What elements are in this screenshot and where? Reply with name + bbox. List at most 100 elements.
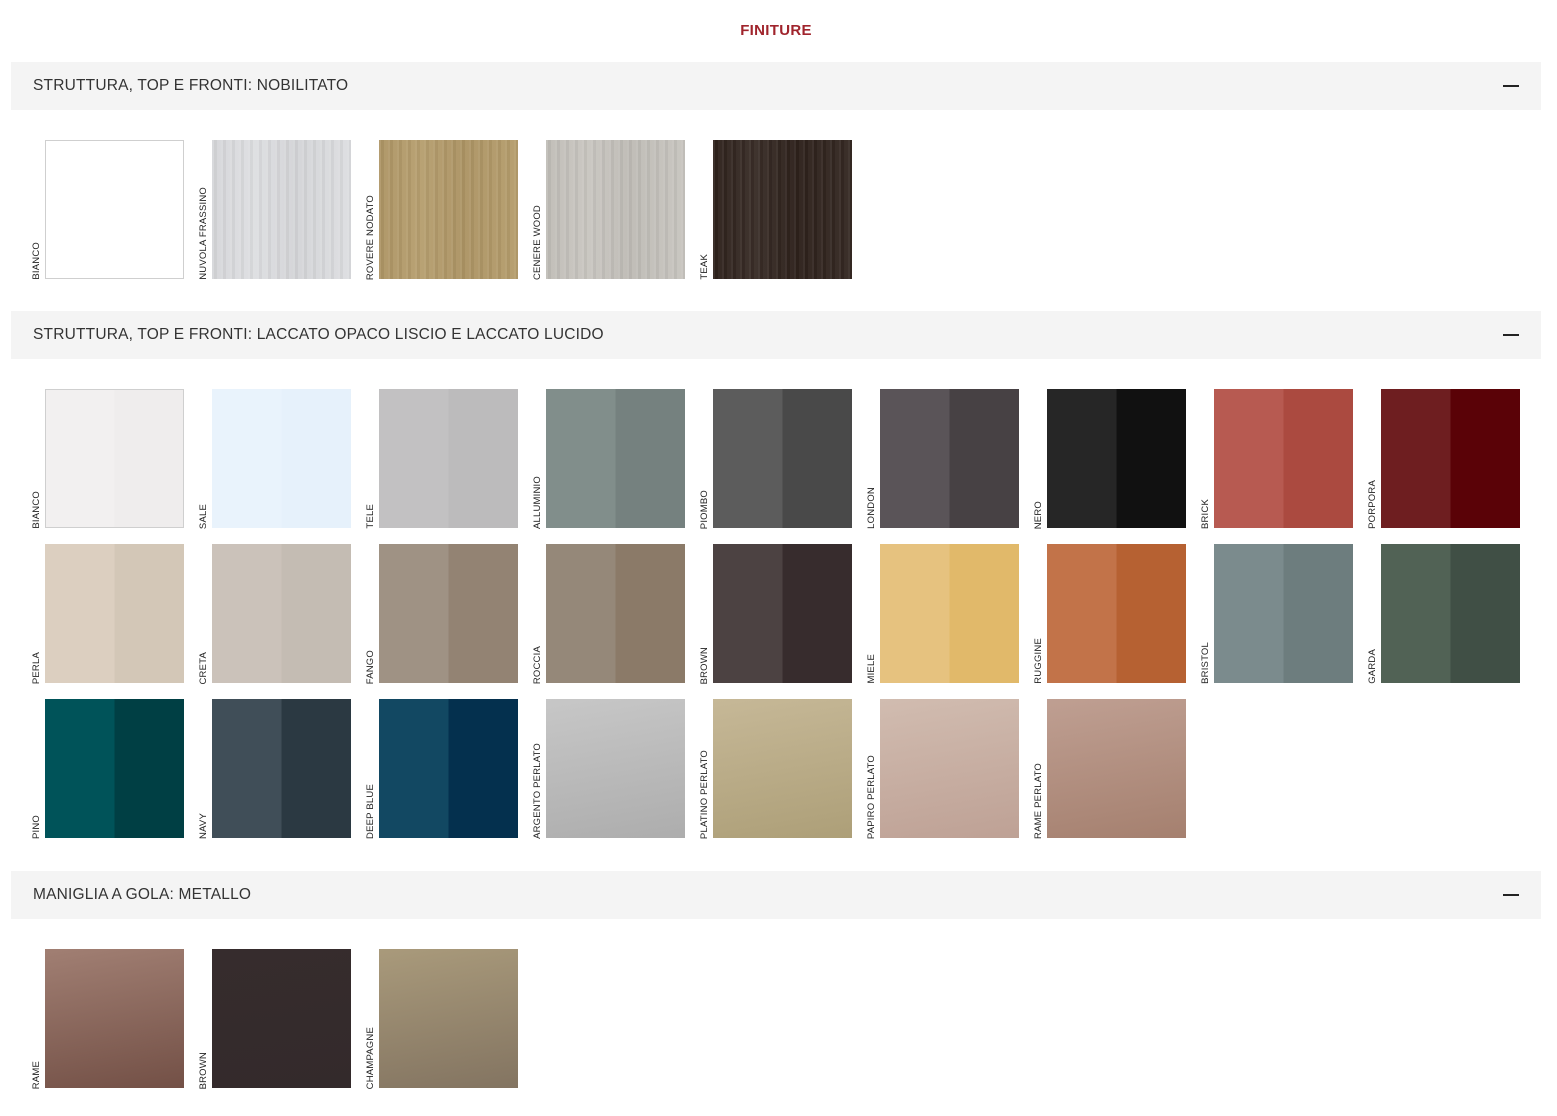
swatch-item[interactable]: NAVY bbox=[195, 699, 351, 839]
swatch-item[interactable]: BROWN bbox=[696, 544, 852, 684]
swatch-color-chip[interactable] bbox=[212, 389, 351, 528]
swatch-label: CENERE WOOD bbox=[529, 140, 546, 280]
swatch-color-chip[interactable] bbox=[379, 699, 518, 838]
swatch-label-text: BROWN bbox=[198, 1051, 209, 1089]
swatch-item[interactable]: CHAMPAGNE bbox=[362, 949, 518, 1089]
swatch-color-chip[interactable] bbox=[212, 949, 351, 1088]
swatch-color-chip[interactable] bbox=[45, 544, 184, 683]
section-header-maniglia[interactable]: MANIGLIA A GOLA: METALLO bbox=[11, 871, 1541, 919]
swatch-item[interactable]: PLATINO PERLATO bbox=[696, 699, 852, 839]
swatch-item[interactable]: MIELE bbox=[863, 544, 1019, 684]
swatch-color-chip[interactable] bbox=[45, 140, 184, 279]
minus-icon[interactable] bbox=[1503, 894, 1519, 896]
swatch-item[interactable]: BROWN bbox=[195, 949, 351, 1089]
swatch-label-text: FANGO bbox=[365, 649, 376, 684]
swatch-color-chip[interactable] bbox=[546, 544, 685, 683]
swatch-item[interactable]: PAPIRO PERLATO bbox=[863, 699, 1019, 839]
swatch-item[interactable]: NUVOLA FRASSINO bbox=[195, 140, 351, 280]
swatch-label: GARDA bbox=[1364, 544, 1381, 684]
swatch-color-chip[interactable] bbox=[1047, 699, 1186, 838]
swatch-label-text: PINO bbox=[31, 814, 42, 839]
swatch-label-text: CRETA bbox=[198, 651, 209, 685]
swatch-label-text: NERO bbox=[1033, 500, 1044, 529]
swatch-label: BROWN bbox=[195, 949, 212, 1089]
swatch-label: BRICK bbox=[1197, 389, 1214, 529]
swatch-color-chip[interactable] bbox=[713, 699, 852, 838]
swatch-label: PLATINO PERLATO bbox=[696, 699, 713, 839]
swatch-item[interactable]: TEAK bbox=[696, 140, 852, 280]
swatch-item[interactable]: DEEP BLUE bbox=[362, 699, 518, 839]
swatch-label-text: NUVOLA FRASSINO bbox=[198, 187, 209, 280]
swatch-item[interactable]: CENERE WOOD bbox=[529, 140, 685, 280]
swatch-color-chip[interactable] bbox=[45, 949, 184, 1088]
swatch-item[interactable]: ALLUMINIO bbox=[529, 389, 685, 529]
swatch-item[interactable]: GARDA bbox=[1364, 544, 1520, 684]
swatch-color-chip[interactable] bbox=[1047, 389, 1186, 528]
swatch-color-chip[interactable] bbox=[379, 949, 518, 1088]
swatch-item[interactable]: PERLA bbox=[28, 544, 184, 684]
swatch-item[interactable]: SALE bbox=[195, 389, 351, 529]
swatch-color-chip[interactable] bbox=[45, 699, 184, 838]
swatch-label: ROVERE NODATO bbox=[362, 140, 379, 280]
swatch-color-chip[interactable] bbox=[212, 140, 351, 279]
minus-icon[interactable] bbox=[1503, 85, 1519, 87]
swatch-color-chip[interactable] bbox=[379, 389, 518, 528]
swatch-color-chip[interactable] bbox=[546, 389, 685, 528]
swatch-item[interactable]: BIANCO bbox=[28, 140, 184, 280]
swatch-color-chip[interactable] bbox=[880, 389, 1019, 528]
swatch-label: CHAMPAGNE bbox=[362, 949, 379, 1089]
swatch-item[interactable]: BIANCO bbox=[28, 389, 184, 529]
swatch-color-chip[interactable] bbox=[880, 699, 1019, 838]
swatch-color-chip[interactable] bbox=[1381, 389, 1520, 528]
swatch-color-chip[interactable] bbox=[212, 699, 351, 838]
swatch-item[interactable]: NERO bbox=[1030, 389, 1186, 529]
swatch-color-chip[interactable] bbox=[1047, 544, 1186, 683]
section-header-laccato[interactable]: STRUTTURA, TOP E FRONTI: LACCATO OPACO L… bbox=[11, 311, 1541, 359]
swatch-label-text: RAME PERLATO bbox=[1033, 763, 1044, 839]
swatch-item[interactable]: RAME bbox=[28, 949, 184, 1089]
swatch-item[interactable]: TELE bbox=[362, 389, 518, 529]
swatch-color-chip[interactable] bbox=[1214, 389, 1353, 528]
swatch-item[interactable]: ROCCIA bbox=[529, 544, 685, 684]
swatch-color-chip[interactable] bbox=[45, 389, 184, 528]
swatch-color-chip[interactable] bbox=[713, 544, 852, 683]
section-header-nobilitato[interactable]: STRUTTURA, TOP E FRONTI: NOBILITATO bbox=[11, 62, 1541, 110]
swatch-label-text: PAPIRO PERLATO bbox=[866, 754, 877, 839]
swatch-color-chip[interactable] bbox=[880, 544, 1019, 683]
swatch-item[interactable]: CRETA bbox=[195, 544, 351, 684]
swatch-label-text: ROCCIA bbox=[532, 645, 543, 684]
swatch-label-text: PORPORA bbox=[1367, 480, 1378, 529]
swatch-item[interactable]: PIOMBO bbox=[696, 389, 852, 529]
swatch-color-chip[interactable] bbox=[1381, 544, 1520, 683]
swatch-label-text: TEAK bbox=[699, 254, 710, 280]
swatch-label: NERO bbox=[1030, 389, 1047, 529]
swatch-color-chip[interactable] bbox=[1214, 544, 1353, 683]
swatch-color-chip[interactable] bbox=[379, 544, 518, 683]
swatch-item[interactable]: ARGENTO PERLATO bbox=[529, 699, 685, 839]
swatch-color-chip[interactable] bbox=[546, 140, 685, 279]
swatch-item[interactable]: BRISTOL bbox=[1197, 544, 1353, 684]
swatch-label-text: NAVY bbox=[198, 813, 209, 839]
swatch-item[interactable]: FANGO bbox=[362, 544, 518, 684]
swatch-color-chip[interactable] bbox=[546, 699, 685, 838]
swatch-label: NAVY bbox=[195, 699, 212, 839]
swatch-color-chip[interactable] bbox=[713, 140, 852, 279]
swatch-label-text: BROWN bbox=[699, 646, 710, 684]
swatch-item[interactable]: RUGGINE bbox=[1030, 544, 1186, 684]
swatch-label-text: PERLA bbox=[31, 651, 42, 684]
swatch-label: ARGENTO PERLATO bbox=[529, 699, 546, 839]
swatch-label: SALE bbox=[195, 389, 212, 529]
swatch-item[interactable]: RAME PERLATO bbox=[1030, 699, 1186, 839]
swatch-color-chip[interactable] bbox=[379, 140, 518, 279]
swatch-label: FANGO bbox=[362, 544, 379, 684]
swatch-color-chip[interactable] bbox=[212, 544, 351, 683]
swatch-item[interactable]: PINO bbox=[28, 699, 184, 839]
swatch-label: ROCCIA bbox=[529, 544, 546, 684]
minus-icon[interactable] bbox=[1503, 334, 1519, 336]
swatch-color-chip[interactable] bbox=[713, 389, 852, 528]
swatch-item[interactable]: LONDON bbox=[863, 389, 1019, 529]
swatch-item[interactable]: PORPORA bbox=[1364, 389, 1520, 529]
swatch-item[interactable]: ROVERE NODATO bbox=[362, 140, 518, 280]
swatch-label-text: BRICK bbox=[1200, 498, 1211, 529]
swatch-item[interactable]: BRICK bbox=[1197, 389, 1353, 529]
